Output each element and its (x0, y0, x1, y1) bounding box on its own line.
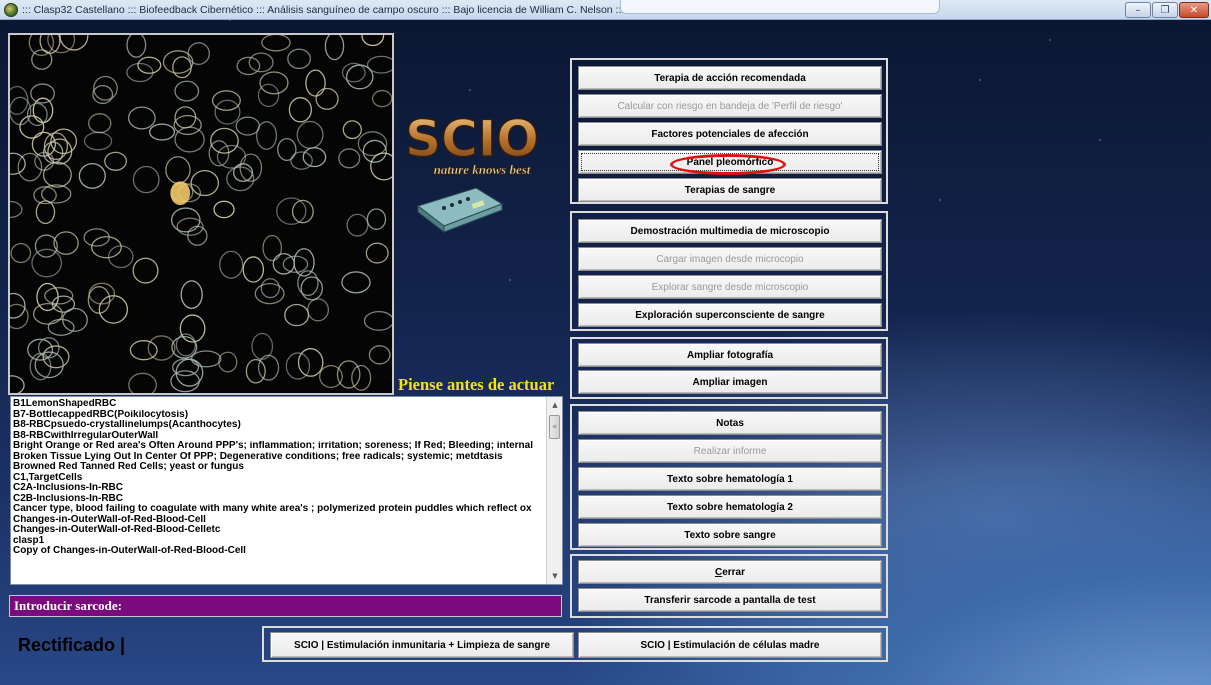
close-label-rest: errar (722, 566, 746, 578)
list-item[interactable]: B8-RBCpsuedo-crystallinelumps(Acanthocyt… (13, 420, 545, 431)
blood-therapies-button[interactable]: Terapias de sangre (578, 178, 882, 202)
load-image-button[interactable]: Cargar imagen desde microcopio (578, 247, 882, 271)
pleomorphic-panel-button[interactable]: Panel pleomórfico (578, 150, 882, 175)
scio-device-icon (416, 187, 504, 234)
photo-panel: Ampliar fotografía Ampliar imagen (570, 337, 888, 399)
close-button[interactable]: Cerrar (578, 560, 882, 584)
hematology-text-2-button[interactable]: Texto sobre hematología 2 (578, 495, 882, 519)
analysis-list[interactable]: B1LemonShapedRBC B7-BottlecappedRBC(Poiki… (10, 396, 563, 585)
blood-cells-image (10, 35, 392, 393)
close-mnemonic: C (714, 566, 723, 578)
status-text: Rectificado | (18, 635, 126, 655)
list-item[interactable]: Changes-in-OuterWall-of-Red-Blood-Cell (13, 515, 545, 526)
microscope-image[interactable] (8, 33, 394, 395)
logo-brand: SCIO (405, 110, 539, 168)
list-item[interactable]: clasp1 (13, 536, 545, 547)
scroll-thumb[interactable]: ≡ (549, 415, 560, 439)
minimize-button[interactable]: – (1125, 2, 1151, 18)
list-item[interactable]: B7-BottlecappedRBC(Poikilocytosis) (13, 410, 545, 421)
list-item[interactable]: C2B-Inclusions-In-RBC (13, 494, 545, 505)
sarcode-input[interactable]: Introducir sarcode: (9, 595, 562, 617)
logo-tagline: nature knows best (434, 162, 531, 177)
notes-button[interactable]: Notas (578, 411, 882, 435)
list-item[interactable]: Changes-in-OuterWall-of-Red-Blood-Cellet… (13, 525, 545, 536)
potential-factors-button[interactable]: Factores potenciales de afección (578, 122, 882, 146)
scroll-down-arrow[interactable]: ▼ (547, 568, 562, 584)
explore-blood-button[interactable]: Explorar sangre desde microscopio (578, 275, 882, 299)
maximize-button[interactable]: ❐ (1152, 2, 1178, 18)
motto-text: Piense antes de actuar (398, 375, 555, 394)
list-scrollbar[interactable]: ▲ ≡ ▼ (546, 397, 562, 584)
list-item[interactable]: Bright Orange or Red area's Often Around… (13, 441, 545, 452)
calculate-risk-button[interactable]: Calcular con riesgo en bandeja de 'Perfi… (578, 94, 882, 118)
microscope-demo-button[interactable]: Demostración multimedia de microscopio (578, 219, 882, 243)
close-panel: Cerrar Transferir sarcode a pantalla de … (570, 554, 888, 618)
hematology-text-1-button[interactable]: Texto sobre hematología 1 (578, 467, 882, 491)
microscope-panel: Demostración multimedia de microscopio C… (570, 211, 888, 331)
sarcode-label: Introducir sarcode: (14, 598, 122, 613)
therapy-panel: Terapia de acción recomendada Calcular c… (570, 58, 888, 204)
enlarge-photo-button[interactable]: Ampliar fotografía (578, 343, 882, 367)
immune-stimulation-button[interactable]: SCIO | Estimulación inmunitaria + Limpie… (270, 632, 574, 658)
title-tab-strip (620, 0, 940, 14)
list-item[interactable]: Cancer type, blood failing to coagulate … (13, 504, 545, 515)
scroll-up-arrow[interactable]: ▲ (547, 397, 562, 413)
analysis-list-items: B1LemonShapedRBC B7-BottlecappedRBC(Poiki… (13, 399, 545, 557)
scio-logo: SCIO nature knows best (392, 104, 552, 234)
enlarge-image-button[interactable]: Ampliar imagen (578, 370, 882, 394)
superconscious-scan-button[interactable]: Exploración superconsciente de sangre (578, 303, 882, 327)
window-title: ::: Clasp32 Castellano ::: Biofeedback C… (22, 3, 625, 16)
list-item[interactable]: C2A-Inclusions-In-RBC (13, 483, 545, 494)
list-item[interactable]: Copy of Changes-in-OuterWall-of-Red-Bloo… (13, 546, 545, 557)
list-item[interactable]: Browned Red Tanned Red Cells; yeast or f… (13, 462, 545, 473)
app-icon (4, 2, 18, 17)
notes-panel: Notas Realizar informe Texto sobre hemat… (570, 404, 888, 550)
recommended-therapy-button[interactable]: Terapia de acción recomendada (578, 66, 882, 90)
blood-text-button[interactable]: Texto sobre sangre (578, 523, 882, 547)
window-titlebar[interactable]: ::: Clasp32 Castellano ::: Biofeedback C… (0, 0, 1211, 20)
pleomorphic-panel-label: Panel pleomórfico (686, 156, 774, 168)
stem-cell-stimulation-button[interactable]: SCIO | Estimulación de células madre (578, 632, 882, 658)
list-item[interactable]: B8-RBCwithIrregularOuterWall (13, 431, 545, 442)
window-controls: – ❐ ✕ (1125, 2, 1209, 18)
bottom-panel: SCIO | Estimulación inmunitaria + Limpie… (262, 626, 888, 662)
transfer-sarcode-button[interactable]: Transferir sarcode a pantalla de test (578, 588, 882, 612)
list-item[interactable]: Broken Tissue Lying Out In Center Of PPP… (13, 452, 545, 463)
make-report-button[interactable]: Realizar informe (578, 439, 882, 463)
list-item[interactable]: B1LemonShapedRBC (13, 399, 545, 410)
list-item[interactable]: C1,TargetCells (13, 473, 545, 484)
close-window-button[interactable]: ✕ (1179, 2, 1209, 18)
scio-logo-graphic: SCIO nature knows best (404, 109, 539, 177)
